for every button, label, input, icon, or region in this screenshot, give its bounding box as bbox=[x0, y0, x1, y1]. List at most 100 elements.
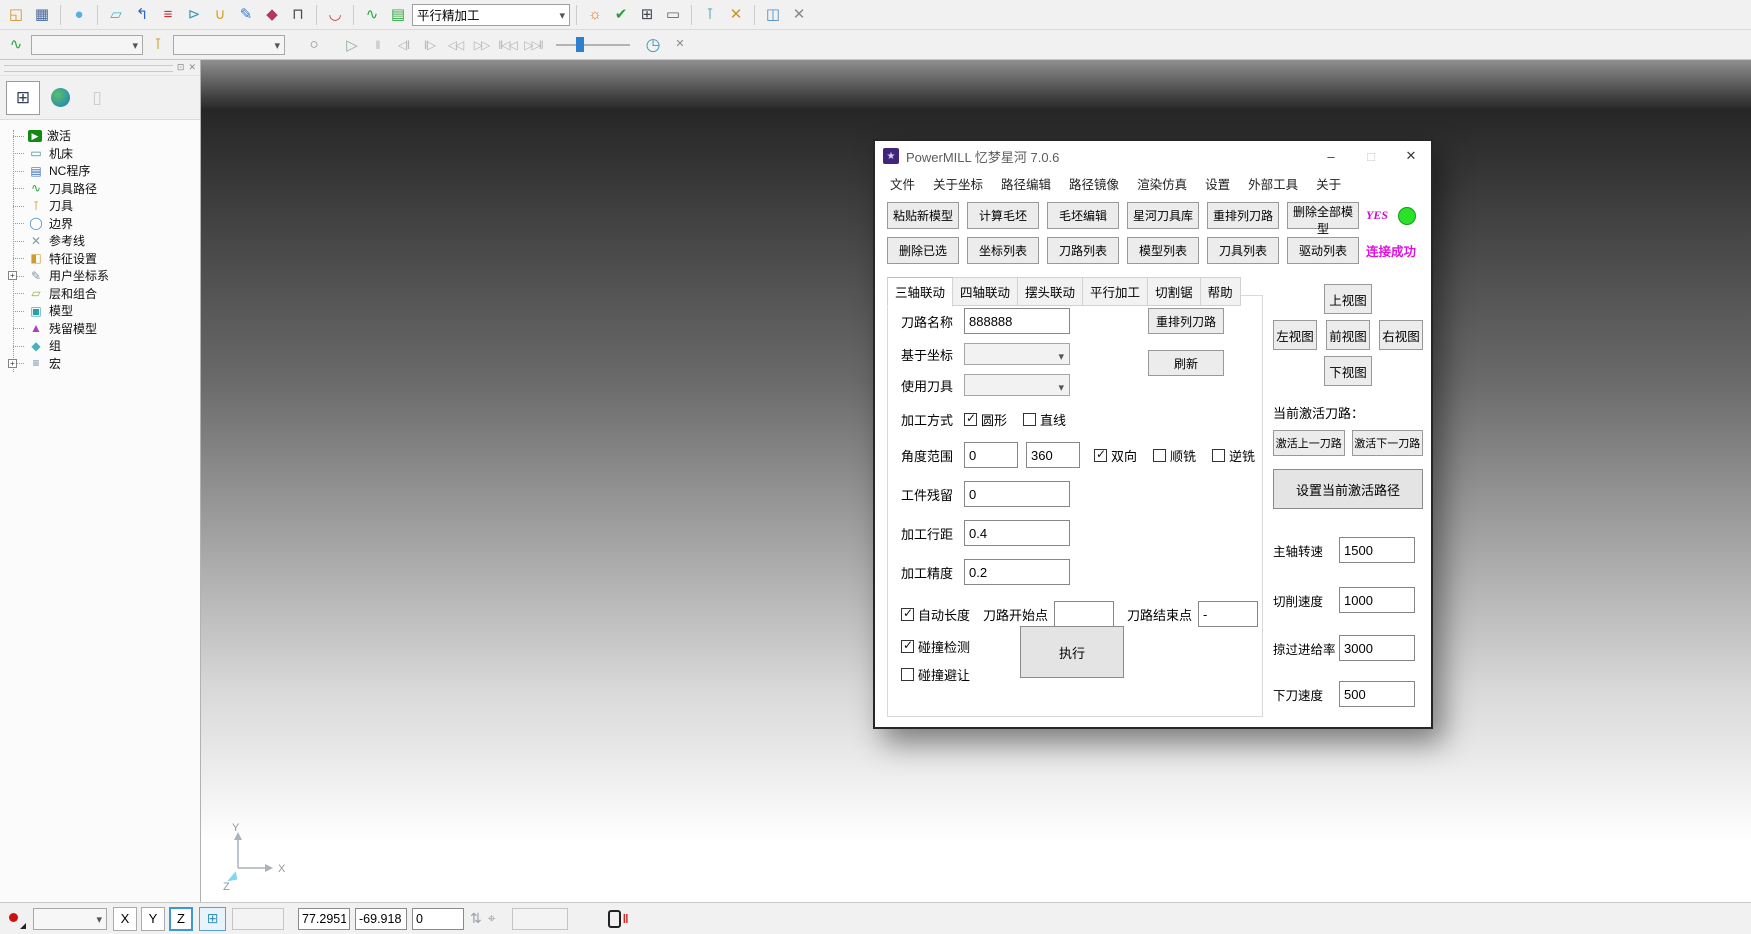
coord-x-field[interactable] bbox=[298, 908, 350, 930]
tree-item-macros[interactable]: + ≡ 宏 bbox=[0, 355, 200, 373]
menu-external-tools[interactable]: 外部工具 bbox=[1239, 174, 1307, 193]
step-back-icon[interactable]: ◁‖ bbox=[391, 33, 415, 57]
tab-3axis[interactable]: 三轴联动 bbox=[887, 277, 953, 307]
view-left-button[interactable]: 左视图 bbox=[1273, 320, 1317, 350]
open-file-icon[interactable]: ◱ bbox=[4, 3, 28, 27]
execute-button[interactable]: 执行 bbox=[1020, 626, 1124, 678]
tree-item-activate[interactable]: ▶ 激活 bbox=[0, 127, 200, 145]
tree-item-workplanes[interactable]: + ✎ 用户坐标系 bbox=[0, 267, 200, 285]
explorer-globe-tab[interactable] bbox=[43, 81, 77, 115]
menu-path-edit[interactable]: 路径编辑 bbox=[992, 174, 1060, 193]
menu-render-sim[interactable]: 渲染仿真 bbox=[1128, 174, 1196, 193]
verify-icon[interactable]: ✔ bbox=[609, 3, 633, 27]
sim-speed-slider[interactable] bbox=[556, 35, 630, 55]
delete-selected-button[interactable]: 删除已选 bbox=[887, 237, 959, 264]
collision-check-icon[interactable]: ◡ bbox=[323, 3, 347, 27]
block-icon[interactable]: ▱ bbox=[104, 3, 128, 27]
tree-item-patterns[interactable]: ✕ 参考线 bbox=[0, 232, 200, 250]
sim-clock-icon[interactable]: ◷ bbox=[641, 33, 665, 57]
coord-list-button[interactable]: 坐标列表 bbox=[967, 237, 1039, 264]
minimize-button[interactable]: – bbox=[1311, 141, 1351, 171]
toolpath-spring-icon[interactable]: ∿ bbox=[360, 3, 384, 27]
go-end-icon[interactable]: ▷▷‖ bbox=[521, 33, 545, 57]
expand-icon[interactable]: + bbox=[8, 359, 17, 368]
toolpath-list-icon[interactable]: ▤ bbox=[386, 3, 410, 27]
tool-used-combo[interactable] bbox=[964, 374, 1070, 396]
explorer-tree-tab[interactable]: ⊞ bbox=[6, 81, 40, 115]
lamp-icon[interactable]: ○ bbox=[302, 33, 326, 57]
float-panel-icon[interactable]: ⊡ bbox=[177, 63, 185, 72]
slider-handle[interactable] bbox=[576, 37, 584, 52]
status-y-button[interactable]: Y bbox=[141, 907, 165, 931]
activate-prev-toolpath-button[interactable]: 激活上一刀路 bbox=[1273, 430, 1345, 456]
delete-all-models-button[interactable]: 删除全部模型 bbox=[1287, 202, 1359, 229]
checkbox-bidirectional[interactable]: 双向 bbox=[1094, 446, 1137, 465]
rapid-heights-icon[interactable]: ↰ bbox=[130, 3, 154, 27]
grid-toggle-button[interactable] bbox=[199, 907, 226, 931]
sim-tool-combo[interactable] bbox=[173, 35, 285, 55]
view-bottom-button[interactable]: 下视图 bbox=[1324, 356, 1372, 386]
tolerance-input[interactable] bbox=[964, 559, 1070, 585]
start-point-icon[interactable]: ⊳ bbox=[182, 3, 206, 27]
menu-about-coords[interactable]: 关于坐标 bbox=[924, 174, 992, 193]
menu-file[interactable]: 文件 bbox=[881, 174, 924, 193]
coord-z-field[interactable] bbox=[412, 908, 464, 930]
activate-next-toolpath-button[interactable]: 激活下一刀路 bbox=[1352, 430, 1424, 456]
paste-new-model-button[interactable]: 粘贴新模型 bbox=[887, 202, 959, 229]
sim-close-icon[interactable]: ✕ bbox=[668, 33, 692, 57]
toolbar-close-icon[interactable]: ✕ bbox=[787, 3, 811, 27]
tree-item-models[interactable]: ▣ 模型 bbox=[0, 302, 200, 320]
close-panel-icon[interactable]: ✕ bbox=[188, 63, 196, 72]
skim-feed-input[interactable] bbox=[1339, 635, 1415, 661]
pause-icon[interactable]: ‖ bbox=[365, 33, 389, 57]
play-icon[interactable]: ▷ bbox=[339, 33, 363, 57]
expand-icon[interactable]: + bbox=[8, 271, 17, 280]
reorder-button[interactable]: 重排列刀路 bbox=[1148, 308, 1224, 334]
tool-pair-icon[interactable]: ⊺ bbox=[698, 3, 722, 27]
tool-swap-icon[interactable]: ✕ bbox=[724, 3, 748, 27]
tree-item-toolpaths[interactable]: ∿ 刀具路径 bbox=[0, 180, 200, 198]
drag-grip[interactable] bbox=[4, 65, 173, 72]
burn-calc-icon[interactable]: ☼ bbox=[583, 3, 607, 27]
checkbox-linear[interactable]: 直线 bbox=[1023, 410, 1066, 429]
ruler-icon[interactable]: ▭ bbox=[661, 3, 685, 27]
status-x-button[interactable]: X bbox=[113, 907, 137, 931]
tree-item-feature-sets[interactable]: ◧ 特征设置 bbox=[0, 250, 200, 268]
save-icon[interactable]: ▦ bbox=[30, 3, 54, 27]
status-z-button[interactable]: Z bbox=[169, 907, 193, 931]
end-point-input[interactable] bbox=[1198, 601, 1258, 627]
cutting-speed-input[interactable] bbox=[1339, 587, 1415, 613]
tree-item-tools[interactable]: ⊺ 刀具 bbox=[0, 197, 200, 215]
checkbox-conventional-mill[interactable]: 逆铣 bbox=[1212, 446, 1255, 465]
tab-tilt-head[interactable]: 摆头联动 bbox=[1018, 277, 1083, 306]
angle-from-input[interactable] bbox=[964, 442, 1018, 468]
tree-item-groups[interactable]: ◆ 组 bbox=[0, 337, 200, 355]
menu-about[interactable]: 关于 bbox=[1307, 174, 1350, 193]
tree-item-nc-programs[interactable]: ▤ NC程序 bbox=[0, 162, 200, 180]
set-active-path-button[interactable]: 设置当前激活路径 bbox=[1273, 469, 1423, 509]
close-button[interactable]: ✕ bbox=[1391, 141, 1431, 171]
search-forward-icon[interactable]: ▷▷ bbox=[469, 33, 493, 57]
leads-links-icon[interactable]: ∪ bbox=[208, 3, 232, 27]
tree-item-stock-models[interactable]: ▲ 残留模型 bbox=[0, 320, 200, 338]
model-list-button[interactable]: 模型列表 bbox=[1127, 237, 1199, 264]
stock-remain-input[interactable] bbox=[964, 481, 1070, 507]
reorder-toolpaths-button[interactable]: 重排列刀路 bbox=[1207, 202, 1279, 229]
sim-toolpath-combo[interactable] bbox=[31, 35, 143, 55]
feed-rate-icon[interactable]: ≡ bbox=[156, 3, 180, 27]
angle-to-input[interactable] bbox=[1026, 442, 1080, 468]
checkbox-climb-mill[interactable]: 顺铣 bbox=[1153, 446, 1196, 465]
toolpath-name-input[interactable] bbox=[964, 308, 1070, 334]
collision-avoid-checkbox[interactable]: 碰撞避让 bbox=[901, 665, 970, 684]
status-combo[interactable] bbox=[33, 908, 107, 930]
tree-item-machine-tool[interactable]: ▭ 机床 bbox=[0, 145, 200, 163]
cylinder-models-icon[interactable]: ◫ bbox=[761, 3, 785, 27]
menu-settings[interactable]: 设置 bbox=[1196, 174, 1239, 193]
record-icon[interactable] bbox=[5, 908, 27, 930]
drive-list-button[interactable]: 驱动列表 bbox=[1287, 237, 1359, 264]
tool-library-button[interactable]: 星河刀具库 bbox=[1127, 202, 1199, 229]
tab-parallel[interactable]: 平行加工 bbox=[1083, 277, 1148, 306]
calculator-icon[interactable]: ⊞ bbox=[635, 3, 659, 27]
tree-item-boundaries[interactable]: ◯ 边界 bbox=[0, 215, 200, 233]
step-forward-icon[interactable]: ‖▷ bbox=[417, 33, 441, 57]
